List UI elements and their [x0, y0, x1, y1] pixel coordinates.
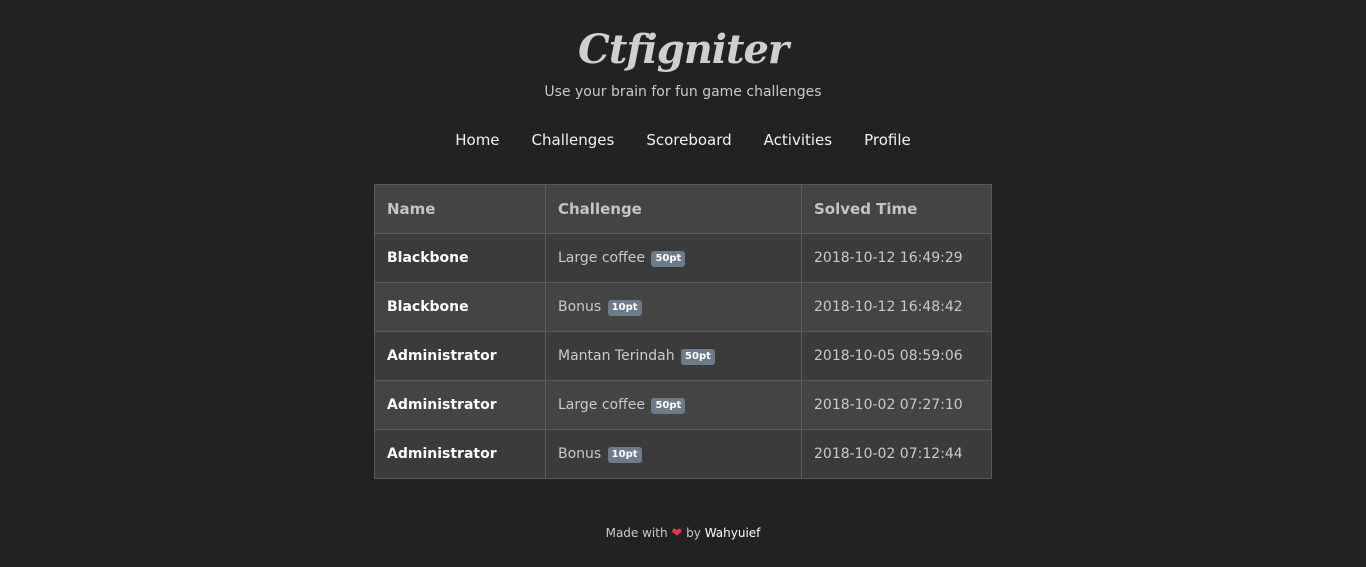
solver-name: Administrator — [374, 429, 546, 479]
nav-home[interactable]: Home — [455, 130, 499, 150]
header-solved-time: Solved Time — [801, 184, 992, 234]
challenge-cell: Large coffee 50pt — [545, 380, 802, 430]
activities-table: Name Challenge Solved Time Blackbone Lar… — [374, 184, 992, 479]
header-challenge: Challenge — [545, 184, 802, 234]
site-title: Ctfigniter — [578, 26, 789, 73]
main-nav: Home Challenges Scoreboard Activities Pr… — [0, 130, 1366, 150]
table-row: Administrator Large coffee 50pt 2018-10-… — [374, 380, 992, 430]
table-row: Blackbone Bonus 10pt 2018-10-12 16:48:42 — [374, 282, 992, 332]
solved-time: 2018-10-05 08:59:06 — [801, 331, 992, 381]
solver-name: Administrator — [374, 380, 546, 430]
points-badge: 10pt — [607, 446, 642, 463]
points-badge: 50pt — [651, 250, 686, 267]
challenge-name: Mantan Terindah — [558, 347, 675, 364]
challenge-name: Large coffee — [558, 249, 645, 266]
footer: Made with ❤ by Wahyuief — [0, 524, 1366, 543]
solved-time: 2018-10-12 16:49:29 — [801, 233, 992, 283]
footer-prefix: Made with — [605, 526, 668, 540]
challenge-name: Large coffee — [558, 396, 645, 413]
solved-time: 2018-10-02 07:12:44 — [801, 429, 992, 479]
nav-scoreboard[interactable]: Scoreboard — [646, 130, 731, 150]
table-header-row: Name Challenge Solved Time — [374, 184, 992, 234]
table-row: Blackbone Large coffee 50pt 2018-10-12 1… — [374, 233, 992, 283]
nav-challenges[interactable]: Challenges — [532, 130, 615, 150]
solved-time: 2018-10-02 07:27:10 — [801, 380, 992, 430]
challenge-name: Bonus — [558, 445, 602, 462]
author-link[interactable]: Wahyuief — [705, 526, 761, 540]
header-name: Name — [374, 184, 546, 234]
footer-by: by — [686, 526, 701, 540]
solver-name: Blackbone — [374, 233, 546, 283]
solved-time: 2018-10-12 16:48:42 — [801, 282, 992, 332]
nav-profile[interactable]: Profile — [864, 130, 911, 150]
table-row: Administrator Mantan Terindah 50pt 2018-… — [374, 331, 992, 381]
heart-icon: ❤ — [671, 526, 683, 541]
points-badge: 50pt — [681, 348, 715, 365]
table-row: Administrator Bonus 10pt 2018-10-02 07:1… — [374, 429, 992, 479]
solver-name: Blackbone — [374, 282, 546, 332]
solver-name: Administrator — [374, 331, 546, 381]
points-badge: 10pt — [607, 299, 642, 316]
challenge-name: Bonus — [558, 298, 602, 315]
nav-activities[interactable]: Activities — [764, 130, 832, 150]
challenge-cell: Mantan Terindah 50pt — [545, 331, 802, 381]
points-badge: 50pt — [651, 397, 686, 414]
challenge-cell: Bonus 10pt — [545, 429, 802, 479]
challenge-cell: Bonus 10pt — [545, 282, 802, 332]
challenge-cell: Large coffee 50pt — [545, 233, 802, 283]
site-tagline: Use your brain for fun game challenges — [544, 84, 822, 100]
